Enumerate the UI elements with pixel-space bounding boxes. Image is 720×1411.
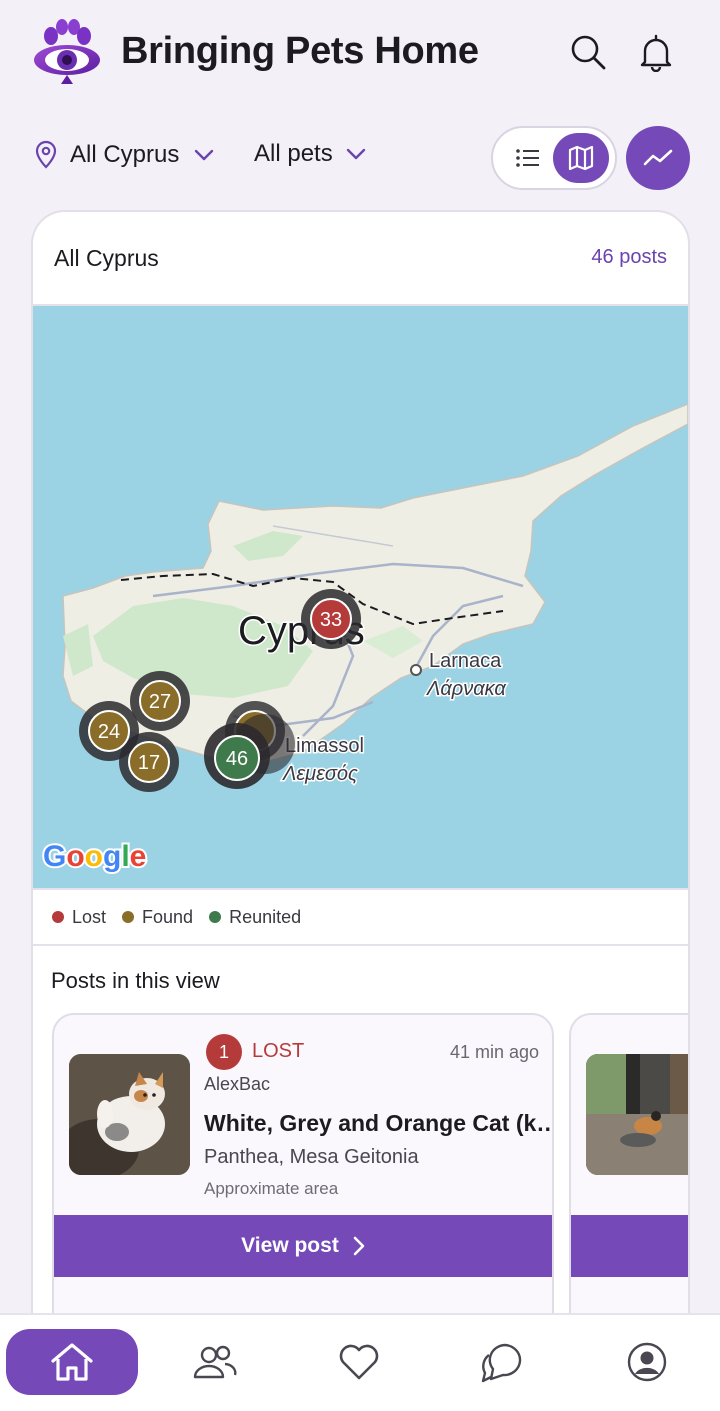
list-view-button[interactable] [503,134,553,182]
app-header: Bringing Pets Home [0,0,720,108]
svg-text:17: 17 [138,752,160,774]
posts-section-title: Posts in this view [51,968,220,993]
trends-button[interactable] [626,126,690,190]
map-icon [568,145,594,171]
city-label-larnaca-gr: Λάρνακα [426,678,506,700]
pets-filter-label: All pets [254,140,333,167]
bell-icon[interactable] [636,32,676,72]
region-title: All Cyprus [54,245,159,271]
post-title: White, Grey and Orange Cat (k… [204,1110,554,1136]
post-number-badge: 1 [206,1034,242,1070]
found-dot-icon [122,911,135,923]
view-post-button[interactable]: View post [54,1215,552,1277]
post-author: AlexBac [204,1074,271,1094]
post-card[interactable] [569,1013,688,1328]
view-post-label: View post [241,1234,339,1257]
city-label-limassol-en: Limassol [285,735,364,757]
heart-icon [339,1344,379,1380]
legend-label: Lost [72,906,107,927]
map-view[interactable]: Cyprus Larnaca Λάρνακα Limassol Λεμεσός … [33,306,688,888]
post-time: 41 min ago [449,1042,539,1062]
nav-favorites[interactable] [293,1329,425,1395]
nav-home[interactable] [6,1329,138,1395]
search-icon[interactable] [568,32,608,72]
cluster-marker[interactable]: 24 [79,701,139,761]
city-label-limassol-gr: Λεμεσός [282,763,358,785]
list-icon [516,149,539,167]
chevron-down-icon [195,149,214,161]
svg-text:27: 27 [149,691,171,713]
pets-filter[interactable]: All pets [254,140,367,168]
cyprus-map: Cyprus Larnaca Λάρνακα Limassol Λεμεσός … [41,403,688,875]
svg-text:24: 24 [98,721,120,743]
location-pin-icon [35,140,57,169]
card-header: All Cyprus 46 posts [33,212,688,306]
view-post-button[interactable] [571,1215,688,1277]
lost-dot-icon [52,911,64,923]
trend-line-icon [643,149,673,166]
legend-lost: Lost [52,907,106,928]
svg-text:46: 46 [226,748,248,770]
svg-text:Google: Google [43,840,146,873]
map-view-button[interactable] [553,133,609,183]
post-count: 46 posts [591,246,667,268]
cluster-marker[interactable]: 33 [301,589,361,649]
legend-found: Found [122,907,193,928]
map-legend: Lost Found Reunited [33,888,688,946]
nav-community[interactable] [149,1329,281,1395]
post-approx-area: Approximate area [204,1179,339,1198]
view-mode-toggle [491,126,617,190]
bottom-navigation [0,1313,720,1411]
legend-reunited: Reunited [209,907,301,928]
paw-eye-logo-icon [34,19,100,84]
post-photo [69,1054,190,1175]
legend-label: Reunited [229,906,302,927]
location-filter[interactable]: All Cyprus [34,140,215,170]
legend-label: Found [142,906,194,927]
chevron-right-icon [353,1236,365,1256]
filter-bar: All Cyprus All pets [0,120,720,196]
reunited-dot-icon [209,911,222,923]
home-icon [51,1343,93,1381]
app-title: Bringing Pets Home [121,30,479,72]
location-filter-label: All Cyprus [70,141,180,168]
post-status: LOST [252,1040,305,1062]
google-logo: Google [41,838,148,875]
post-photo [586,1054,688,1175]
chat-icon [481,1343,522,1383]
nav-profile[interactable] [581,1329,713,1395]
post-location: Panthea, Mesa Geitonia [204,1146,419,1168]
svg-text:33: 33 [320,609,342,631]
profile-icon [627,1342,667,1382]
city-label-larnaca-en: Larnaca [429,650,502,672]
post-card[interactable]: 1 LOST 41 min ago AlexBac White, Grey an… [52,1013,554,1328]
region-card: All Cyprus 46 posts Cyprus Larnaca Λάρνα [31,210,690,1330]
people-icon [193,1345,237,1379]
cluster-marker[interactable]: 27 [130,671,190,731]
chevron-down-icon [346,148,365,160]
nav-messages[interactable] [437,1329,569,1395]
